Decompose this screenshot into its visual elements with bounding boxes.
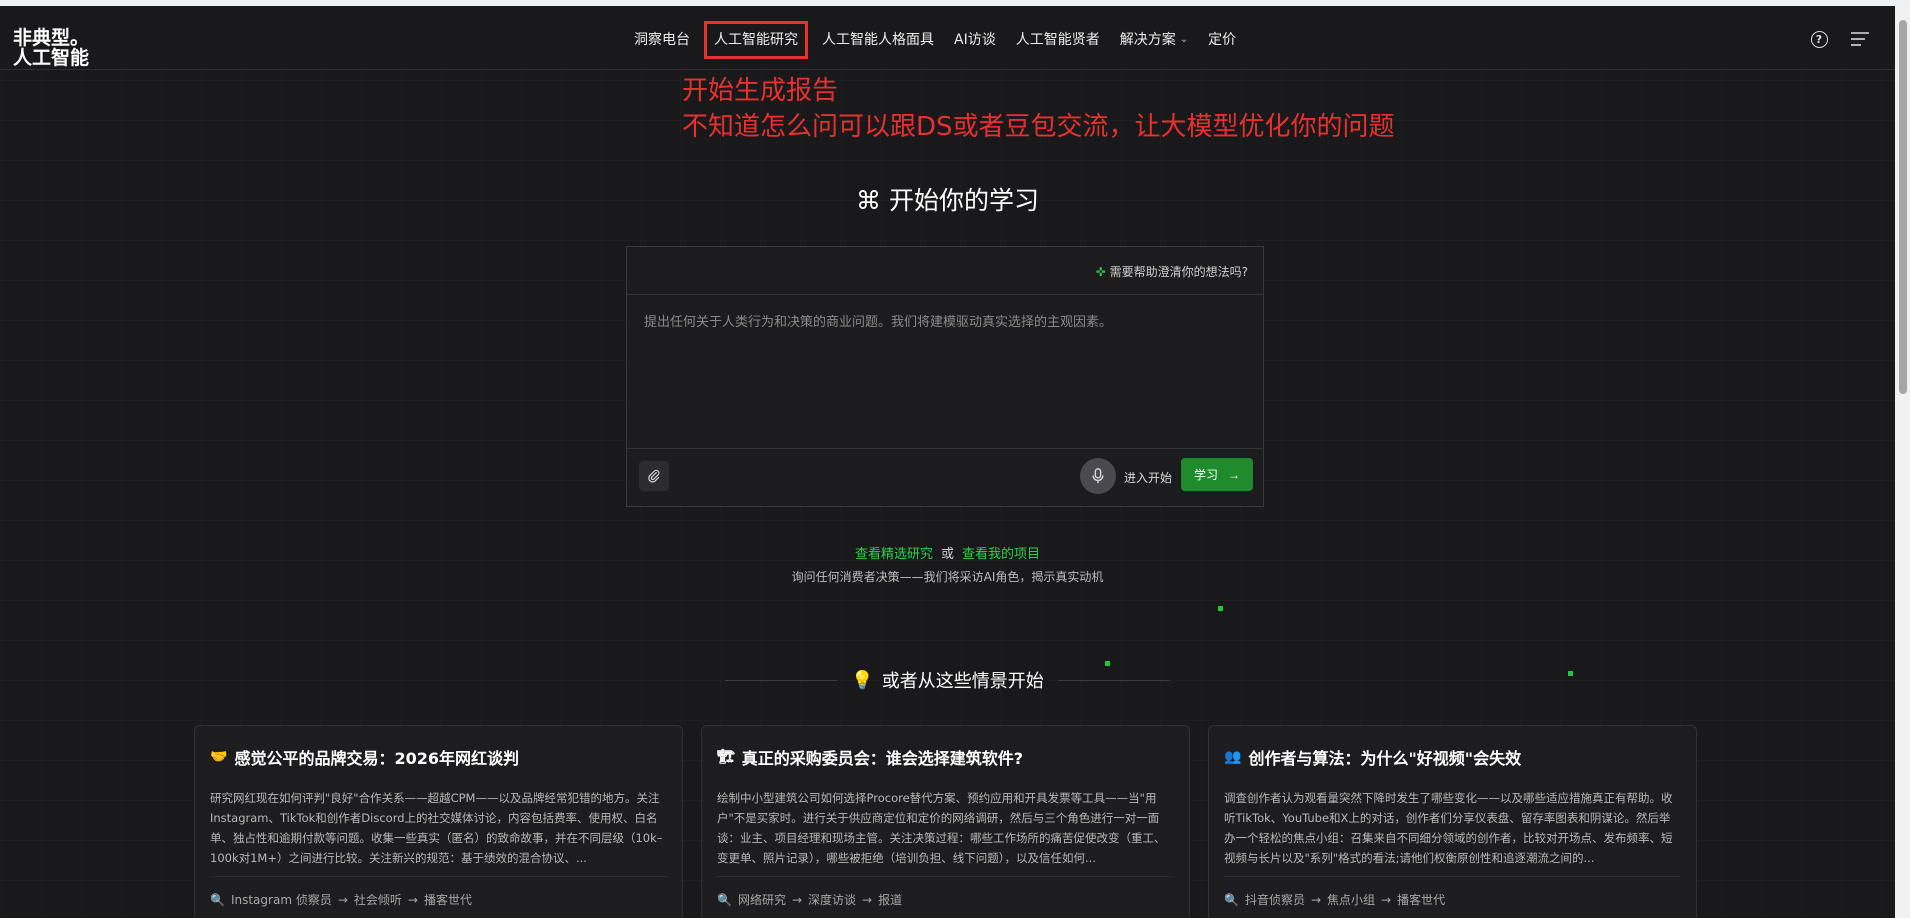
arrow-right-icon: → — [407, 892, 418, 907]
workflow-step: 播客世代 — [423, 893, 472, 907]
building-icon: 🏗 — [717, 749, 735, 765]
nav-label: 人工智能研究 — [714, 32, 798, 48]
learn-submit-button[interactable]: 学习 → — [1181, 458, 1253, 491]
scenario-card-creators[interactable]: 👥 创作者与算法：为什么"好视频"会失效 调查创作者认为观看量突然下降时发生了哪… — [1208, 725, 1697, 918]
page-title: ⌘ 开始你的学习 — [856, 186, 1039, 215]
nav-label: 定价 — [1208, 32, 1237, 48]
sparkle-icon: ✜ — [1095, 264, 1106, 279]
prompt-header: ✜ 需要帮助澄清你的想法吗? — [627, 247, 1263, 295]
decorative-dot — [1105, 661, 1110, 666]
nav-label: 解决方案 — [1119, 32, 1176, 48]
nav-item-solutions[interactable]: 解决方案 ⌄ — [1110, 23, 1198, 57]
card-title-text: 感觉公平的品牌交易：2026年网红谈判 — [234, 749, 519, 768]
card-title: 🤝 感觉公平的品牌交易：2026年网红谈判 — [210, 745, 667, 769]
card-description: 研究网红现在如何评判"良好"合作关系——超越CPM——以及品牌经常犯错的地方。关… — [210, 791, 663, 865]
nav-label: AI访谈 — [954, 32, 996, 48]
microphone-button[interactable] — [1080, 458, 1116, 494]
card-description: 调查创作者认为观看量突然下降时发生了哪些变化——以及哪些适应措施真正有帮助。收听… — [1224, 791, 1673, 865]
microphone-icon — [1092, 468, 1104, 484]
logo-line-2: 人工智能 — [13, 47, 90, 69]
top-header: 非典型。 人工智能 洞察电台 人工智能研究 人工智能人格面具 AI访谈 人工智能… — [0, 6, 1895, 70]
prompt-footer: 进入开始 学习 → — [627, 448, 1263, 507]
arrow-right-icon: → — [1381, 892, 1392, 907]
scenario-card-construction[interactable]: 🏗 真正的采购委员会：谁会选择建筑软件? 绘制中小型建筑公司如何选择Procor… — [701, 725, 1190, 918]
search-icon: 🔍 — [717, 892, 732, 907]
my-projects-link[interactable]: 查看我的项目 — [962, 547, 1040, 562]
card-workflow: 🔍 Instagram 侦察员 → 社会倾听 → 播客世代 — [210, 891, 667, 908]
nav-item-insight-radio[interactable]: 洞察电台 — [624, 23, 700, 57]
nav-label: 人工智能人格面具 — [822, 32, 934, 48]
scenario-section-heading: 💡 或者从这些情景开始 — [0, 667, 1895, 693]
card-title-text: 真正的采购委员会：谁会选择建筑软件? — [741, 749, 1024, 768]
or-text: 或 — [940, 547, 954, 562]
card-workflow: 🔍 抖音侦察员 → 焦点小组 → 播客世代 — [1224, 891, 1681, 908]
card-title-text: 创作者与算法：为什么"好视频"会失效 — [1248, 749, 1522, 768]
nav-item-ai-research[interactable]: 人工智能研究 — [704, 21, 808, 59]
paperclip-icon — [648, 469, 660, 483]
attach-button[interactable] — [639, 461, 669, 491]
learn-label: 学习 — [1193, 468, 1218, 482]
divider — [1057, 679, 1170, 681]
prompt-panel: ✜ 需要帮助澄清你的想法吗? 进入开始 学习 → — [626, 246, 1264, 507]
scenario-cards: 🤝 感觉公平的品牌交易：2026年网红谈判 研究网红现在如何评判"良好"合作关系… — [194, 725, 1697, 918]
workflow-step: Instagram 侦察员 — [230, 893, 332, 907]
lightbulb-icon: 💡 — [851, 669, 874, 691]
workflow-step: 网络研究 — [737, 893, 786, 907]
card-workflow: 🔍 网络研究 → 深度访谈 → 报道 — [717, 891, 1174, 908]
annotation-line-1: 开始生成报告 — [682, 76, 839, 106]
nav-label: 人工智能贤者 — [1015, 32, 1100, 48]
workflow-step: 报道 — [878, 893, 903, 907]
brand-logo[interactable]: 非典型。 人工智能 — [13, 28, 89, 68]
research-subtitle: 询问任何消费者决策——我们将采访AI角色，揭示真实动机 — [791, 570, 1104, 584]
nav-item-ai-interview[interactable]: AI访谈 — [944, 23, 1006, 57]
arrow-right-icon: → — [1228, 467, 1240, 482]
logo-line-1: 非典型。 — [13, 27, 90, 49]
section-title: 或者从这些情景开始 — [881, 671, 1044, 692]
card-description: 绘制中小型建筑公司如何选择Procore替代方案、预约应用和开具发票等工具——当… — [717, 791, 1166, 865]
nav-item-ai-persona[interactable]: 人工智能人格面具 — [812, 23, 944, 57]
card-title: 🏗 真正的采购委员会：谁会选择建筑软件? — [717, 745, 1174, 769]
annotation-note: 开始生成报告 不知道怎么问可以跟DS或者豆包交流，让大模型优化你的问题 — [682, 73, 1395, 145]
divider — [725, 679, 838, 681]
arrow-right-icon: → — [791, 892, 803, 907]
featured-research-link[interactable]: 查看精选研究 — [855, 547, 933, 562]
annotation-line-2: 不知道怎么问可以跟DS或者豆包交流，让大模型优化你的问题 — [682, 112, 1395, 142]
arrow-right-icon: → — [1310, 892, 1322, 907]
enter-hint: 进入开始 — [1124, 471, 1173, 485]
workflow-step: 社会倾听 — [353, 893, 402, 907]
search-icon: 🔍 — [210, 892, 225, 907]
chevron-down-icon: ⌄ — [1179, 34, 1189, 45]
arrow-right-icon: → — [862, 892, 873, 907]
workflow-step: 焦点小组 — [1327, 893, 1376, 907]
nav-item-pricing[interactable]: 定价 — [1198, 23, 1246, 57]
scenario-card-influencer[interactable]: 🤝 感觉公平的品牌交易：2026年网红谈判 研究网红现在如何评判"良好"合作关系… — [194, 725, 683, 918]
handshake-icon: 🤝 — [210, 749, 228, 765]
clarify-label: 需要帮助澄清你的想法吗? — [1109, 265, 1248, 279]
research-links: 查看精选研究或查看我的项目 — [0, 543, 1895, 562]
arrow-right-icon: → — [337, 892, 348, 907]
workflow-step: 抖音侦察员 — [1244, 893, 1305, 907]
nav-label: 洞察电台 — [634, 32, 690, 48]
divider — [1224, 876, 1681, 877]
help-icon[interactable]: ? — [1808, 28, 1830, 50]
people-icon: 👥 — [1224, 749, 1242, 765]
divider — [210, 876, 667, 877]
scrollbar-thumb[interactable] — [1899, 20, 1907, 394]
workflow-step: 播客世代 — [1397, 893, 1446, 907]
clarify-help-link[interactable]: ✜ 需要帮助澄清你的想法吗? — [1096, 263, 1248, 280]
card-title: 👥 创作者与算法：为什么"好视频"会失效 — [1224, 745, 1681, 769]
nav-item-ai-sage[interactable]: 人工智能贤者 — [1006, 23, 1110, 57]
question-input[interactable] — [642, 309, 1246, 433]
main-nav: 洞察电台 人工智能研究 人工智能人格面具 AI访谈 人工智能贤者 解决方案 ⌄ 定… — [624, 20, 1246, 60]
search-icon: 🔍 — [1224, 892, 1239, 907]
divider — [717, 876, 1174, 877]
menu-icon[interactable] — [1849, 28, 1871, 50]
decorative-dot — [1218, 606, 1223, 611]
workflow-step: 深度访谈 — [808, 893, 857, 907]
